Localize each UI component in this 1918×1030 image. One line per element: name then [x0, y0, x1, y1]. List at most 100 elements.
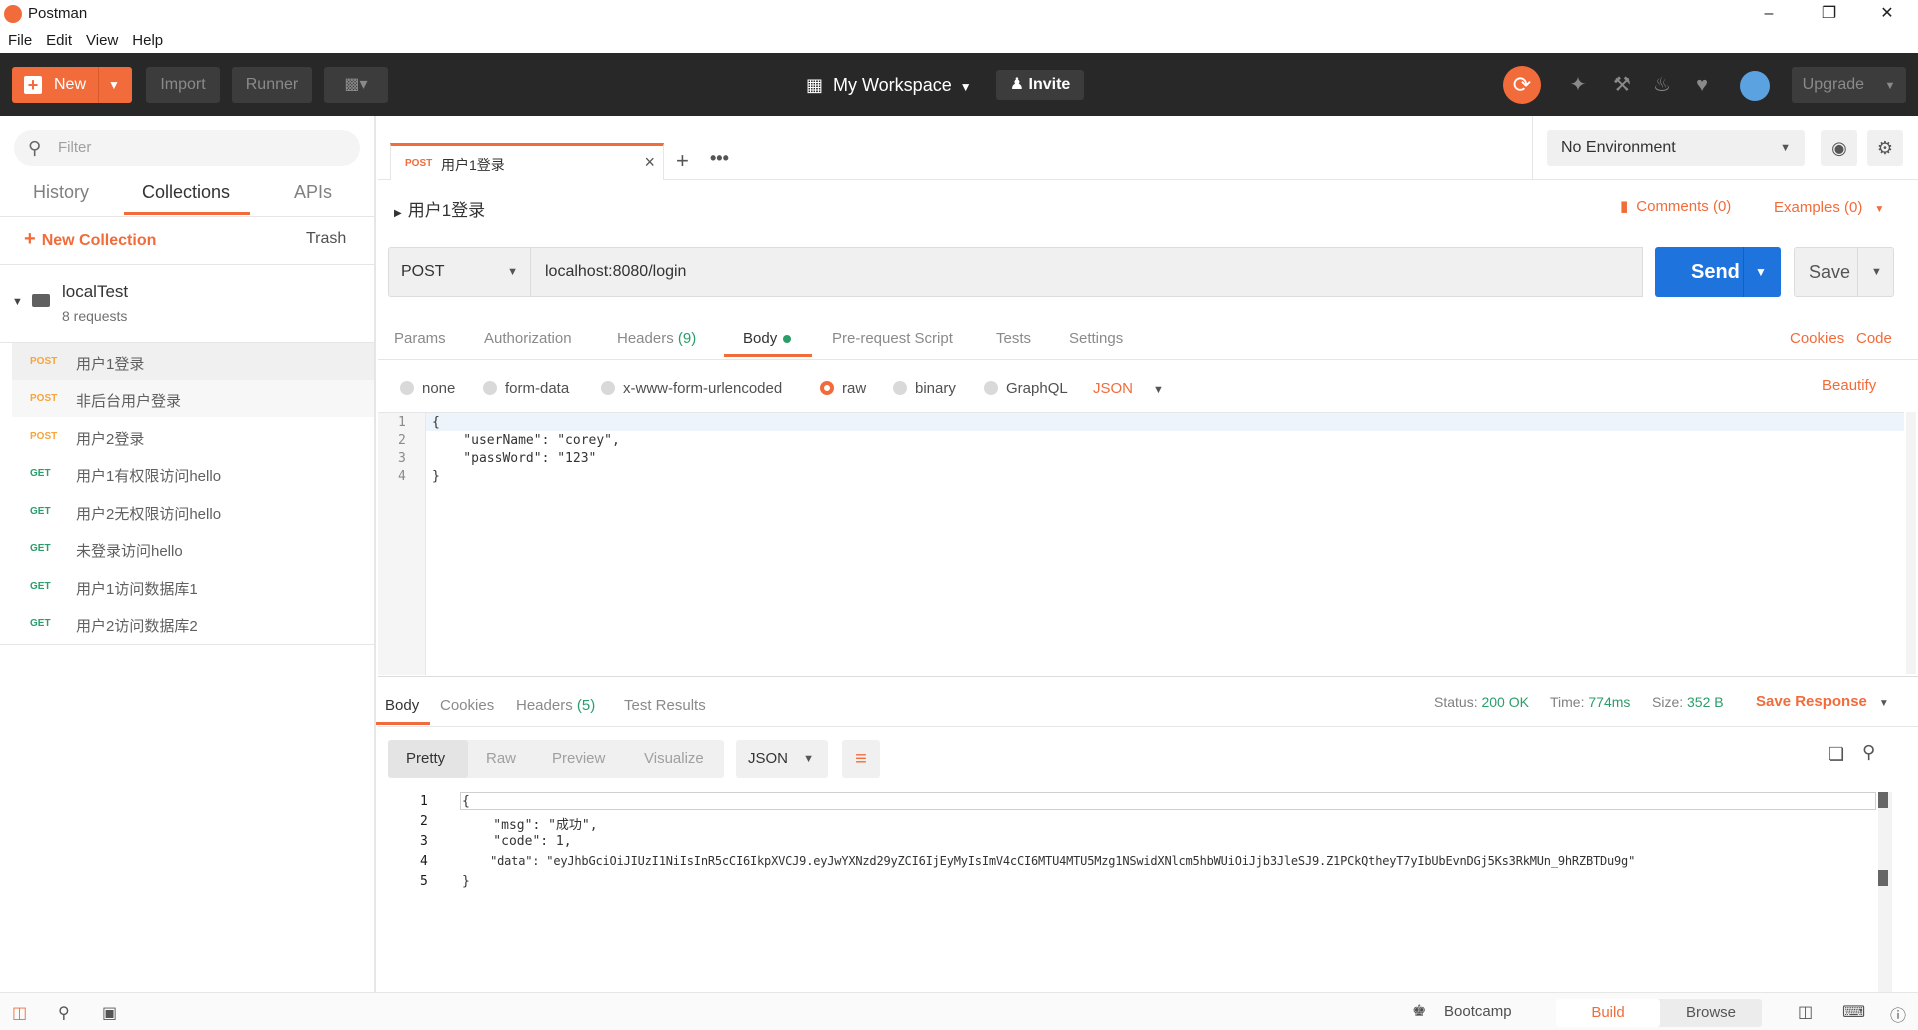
environment-label: No Environment: [1561, 139, 1676, 156]
tab-pre-request-script[interactable]: Pre-request Script: [832, 330, 953, 347]
list-item[interactable]: POST 非后台用户登录: [12, 380, 374, 417]
list-item[interactable]: POST 用户2登录: [12, 418, 374, 455]
wrap-lines-icon[interactable]: ≡: [842, 740, 880, 778]
chevron-down-icon: ▼: [803, 753, 814, 765]
bell-icon[interactable]: ♨: [1650, 73, 1674, 97]
list-item[interactable]: GET 用户1访问数据库1: [12, 568, 374, 605]
chevron-down-icon[interactable]: ▼: [1871, 248, 1882, 296]
breadcrumb[interactable]: ▶ 用户1登录: [394, 196, 485, 221]
heart-icon[interactable]: ♥: [1690, 73, 1714, 97]
raw-format-select[interactable]: JSON ▼: [1093, 380, 1164, 397]
radio-urlencoded[interactable]: x-www-form-urlencoded: [601, 380, 782, 397]
build-button[interactable]: Build: [1556, 999, 1660, 1027]
tab-authorization[interactable]: Authorization: [484, 330, 572, 347]
response-format-select[interactable]: JSON ▼: [736, 740, 828, 778]
tab-settings[interactable]: Settings: [1069, 330, 1123, 347]
new-window-button[interactable]: ▩▾: [324, 67, 388, 103]
eye-icon[interactable]: ◉: [1821, 130, 1857, 166]
menu-edit[interactable]: Edit: [46, 28, 72, 53]
cookies-link[interactable]: Cookies: [1790, 330, 1844, 347]
help-icon[interactable]: ⓘ: [1890, 1002, 1906, 1026]
url-input[interactable]: localhost:8080/login: [531, 247, 1643, 297]
view-preview[interactable]: Preview: [552, 750, 605, 767]
new-collection-button[interactable]: + New Collection: [24, 228, 156, 251]
environment-select[interactable]: No Environment ▼: [1547, 130, 1805, 166]
save-button[interactable]: Save ▼: [1794, 247, 1894, 297]
import-button[interactable]: Import: [146, 67, 220, 103]
upgrade-button[interactable]: Upgrade ▼: [1792, 67, 1906, 103]
close-tab-icon[interactable]: ×: [644, 152, 655, 173]
response-tab-body[interactable]: Body: [385, 697, 419, 714]
console-icon[interactable]: ▣: [102, 1003, 117, 1023]
list-item[interactable]: GET 用户2访问数据库2: [12, 605, 374, 642]
more-tabs-icon[interactable]: •••: [710, 148, 729, 169]
tab-params[interactable]: Params: [394, 330, 446, 347]
minimize-button[interactable]: –: [1746, 2, 1792, 26]
new-button[interactable]: + New ▼: [12, 67, 132, 103]
response-tab-cookies[interactable]: Cookies: [440, 697, 494, 714]
examples-button[interactable]: Examples (0) ▼: [1774, 199, 1884, 216]
list-item[interactable]: GET 用户2无权限访问hello: [12, 493, 374, 530]
request-body-editor[interactable]: 1 2 3 4 { "userName": "corey", "passWord…: [378, 412, 1904, 675]
keyboard-icon[interactable]: ⌨: [1842, 1002, 1865, 1022]
chevron-down-icon[interactable]: ▼: [12, 296, 23, 308]
filter-input[interactable]: ⚲ Filter: [14, 130, 360, 166]
response-body-viewer[interactable]: 1 2 3 4 5 { "msg": "成功", "code": 1, "dat…: [378, 792, 1878, 992]
menu-help[interactable]: Help: [132, 28, 163, 53]
view-pretty[interactable]: Pretty: [406, 750, 445, 767]
tab-headers[interactable]: Headers (9): [617, 330, 696, 347]
sync-icon[interactable]: ⟳: [1503, 66, 1541, 104]
toggle-sidebar-icon[interactable]: ◫: [12, 1003, 27, 1023]
workspace-selector[interactable]: ▦ My Workspace ▼: [806, 67, 972, 103]
bootcamp-button[interactable]: Bootcamp: [1444, 1003, 1512, 1020]
new-tab-button[interactable]: +: [676, 148, 689, 174]
radio-form-data[interactable]: form-data: [483, 380, 569, 397]
find-icon[interactable]: ⚲: [58, 1003, 70, 1023]
save-response-button[interactable]: Save Response ▼: [1756, 693, 1889, 710]
satellite-icon[interactable]: ✦: [1566, 73, 1590, 97]
radio-binary[interactable]: binary: [893, 380, 956, 397]
tab-history[interactable]: History: [33, 182, 89, 203]
beautify-button[interactable]: Beautify: [1822, 377, 1876, 394]
restore-button[interactable]: ❐: [1806, 2, 1852, 26]
gear-icon[interactable]: ⚙: [1867, 130, 1903, 166]
trash-button[interactable]: Trash: [306, 230, 346, 248]
radio-none[interactable]: none: [400, 380, 455, 397]
send-button[interactable]: Send ▼: [1655, 247, 1781, 297]
list-item[interactable]: POST 用户1登录: [12, 343, 374, 380]
list-item[interactable]: GET 未登录访问hello: [12, 530, 374, 567]
editor-scrollbar[interactable]: [1906, 412, 1916, 674]
avatar[interactable]: [1740, 71, 1770, 101]
search-icon[interactable]: ⚲: [1862, 742, 1875, 763]
copy-icon[interactable]: ❏: [1828, 744, 1844, 765]
plus-icon: +: [24, 76, 42, 94]
response-scrollbar[interactable]: [1878, 792, 1892, 992]
response-tab-test-results[interactable]: Test Results: [624, 697, 706, 714]
two-pane-icon[interactable]: ◫: [1798, 1002, 1813, 1022]
tab-body[interactable]: Body: [743, 330, 792, 347]
method-select[interactable]: POST ▼: [388, 247, 531, 297]
comments-button[interactable]: ▮ Comments (0): [1620, 197, 1731, 215]
browse-button[interactable]: Browse: [1666, 999, 1756, 1027]
tab-collections[interactable]: Collections: [142, 182, 230, 203]
chevron-down-icon[interactable]: ▼: [1755, 247, 1767, 297]
list-item[interactable]: GET 用户1有权限访问hello: [12, 455, 374, 492]
title-bar: Postman – ❐ ✕: [0, 0, 1918, 28]
collection-name[interactable]: localTest: [62, 282, 128, 302]
code-link[interactable]: Code: [1856, 330, 1892, 347]
response-tab-headers[interactable]: Headers (5): [516, 697, 595, 714]
runner-button[interactable]: Runner: [232, 67, 312, 103]
request-tab[interactable]: POST 用户1登录 ×: [390, 143, 664, 180]
radio-graphql[interactable]: GraphQL: [984, 380, 1068, 397]
invite-button[interactable]: ♟ Invite: [996, 70, 1084, 100]
chevron-down-icon[interactable]: ▼: [108, 67, 120, 103]
radio-raw[interactable]: raw: [820, 380, 866, 397]
menu-file[interactable]: File: [8, 28, 32, 53]
view-visualize[interactable]: Visualize: [644, 750, 704, 767]
view-raw[interactable]: Raw: [486, 750, 516, 767]
close-window-button[interactable]: ✕: [1864, 2, 1910, 26]
menu-view[interactable]: View: [86, 28, 118, 53]
tab-apis[interactable]: APIs: [294, 182, 332, 203]
wrench-icon[interactable]: ⚒: [1610, 73, 1634, 97]
tab-tests[interactable]: Tests: [996, 330, 1031, 347]
